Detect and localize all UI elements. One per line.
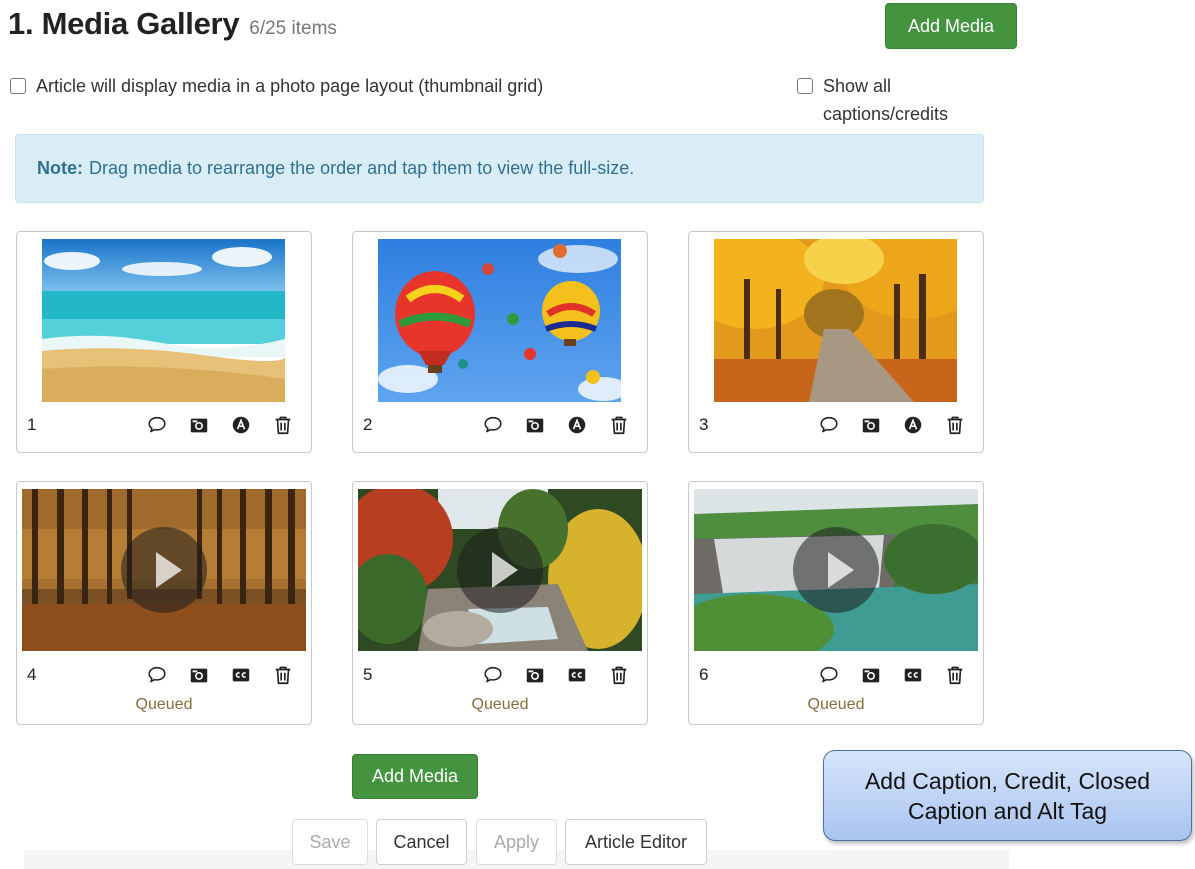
status-queued: Queued [135,696,193,713]
speech-bubble-icon[interactable] [817,413,841,437]
camera-icon[interactable] [859,413,883,437]
camera-icon[interactable] [523,663,547,687]
item-count: 6/25 items [249,18,337,39]
add-media-bottom-button[interactable]: Add Media [352,754,478,799]
speech-bubble-icon[interactable] [817,663,841,687]
show-captions-option[interactable]: Show all captions/credits [797,72,987,128]
media-thumbnail-autumn-road[interactable] [714,239,957,402]
media-number: 6 [699,665,709,684]
show-captions-label: Show all captions/credits [823,76,949,124]
media-number: 4 [27,665,37,684]
media-card-3[interactable]: 3 [688,231,984,453]
speech-bubble-icon[interactable] [481,663,505,687]
status-queued: Queued [807,696,865,713]
alt-tag-icon[interactable] [901,413,925,437]
cc-icon[interactable] [901,663,925,687]
photo-layout-label: Article will display media in a photo pa… [36,76,544,96]
page-title: 1. Media Gallery [8,6,240,41]
media-thumbnail-waterfall-video[interactable] [694,489,978,651]
media-card-5[interactable]: 5 Queued [352,481,648,725]
status-queued: Queued [471,696,529,713]
article-editor-button[interactable]: Article Editor [565,819,707,865]
play-icon[interactable] [793,527,879,613]
gallery-header: 1. Media Gallery 6/25 items [8,6,337,46]
play-icon[interactable] [457,527,543,613]
media-number: 5 [363,665,373,684]
note-label: Note: [37,158,83,178]
cancel-button[interactable]: Cancel [376,819,467,865]
note-text: Drag media to rearrange the order and ta… [89,158,635,178]
media-number: 2 [363,415,373,434]
alt-tag-icon[interactable] [565,413,589,437]
show-captions-checkbox[interactable] [797,78,813,94]
trash-icon[interactable] [943,413,967,437]
save-button[interactable]: Save [292,819,368,865]
trash-icon[interactable] [607,413,631,437]
camera-icon[interactable] [187,663,211,687]
photo-layout-option[interactable]: Article will display media in a photo pa… [10,72,543,100]
speech-bubble-icon[interactable] [481,413,505,437]
cc-icon[interactable] [229,663,253,687]
alt-tag-icon[interactable] [229,413,253,437]
media-thumbnail-beach[interactable] [42,239,285,402]
media-thumbnail-forest-video[interactable] [22,489,306,651]
trash-icon[interactable] [607,663,631,687]
media-card-6[interactable]: 6 Queued [688,481,984,725]
media-card-1[interactable]: 1 [16,231,312,453]
camera-icon[interactable] [523,413,547,437]
trash-icon[interactable] [271,413,295,437]
info-note: Note: Drag media to rearrange the order … [15,134,984,203]
photo-layout-checkbox[interactable] [10,78,26,94]
cc-icon[interactable] [565,663,589,687]
annotation-callout: Add Caption, Credit, Closed Caption and … [823,750,1192,841]
media-thumbnail-river-video[interactable] [358,489,642,651]
media-thumbnail-balloons[interactable] [378,239,621,402]
apply-button[interactable]: Apply [476,819,557,865]
trash-icon[interactable] [271,663,295,687]
speech-bubble-icon[interactable] [145,413,169,437]
media-card-4[interactable]: 4 Queued [16,481,312,725]
add-media-button[interactable]: Add Media [885,3,1017,49]
trash-icon[interactable] [943,663,967,687]
camera-icon[interactable] [859,663,883,687]
media-card-2[interactable]: 2 [352,231,648,453]
speech-bubble-icon[interactable] [145,663,169,687]
camera-icon[interactable] [187,413,211,437]
play-icon[interactable] [121,527,207,613]
media-number: 3 [699,415,709,434]
media-number: 1 [27,415,37,434]
